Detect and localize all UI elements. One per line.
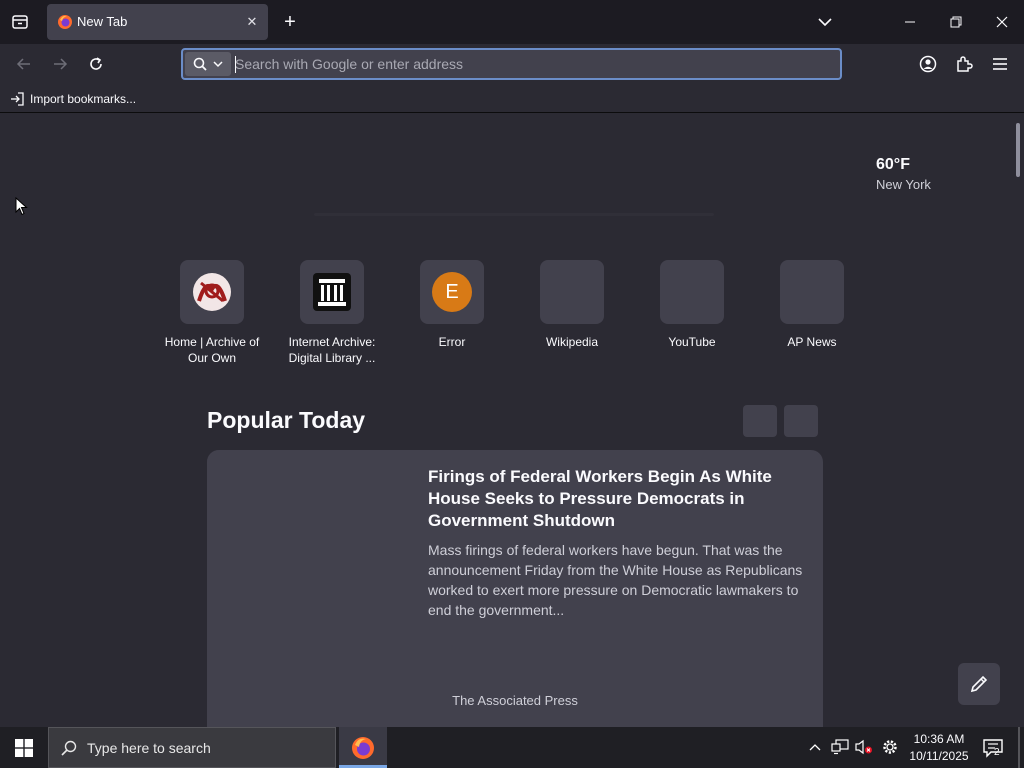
reload-button[interactable] bbox=[82, 50, 110, 78]
new-tab-page: 60°F New York Home | Archive of Our Own bbox=[0, 113, 1024, 727]
story-headline[interactable]: Firings of Federal Workers Begin As Whit… bbox=[428, 466, 813, 532]
story-card[interactable]: Firings of Federal Workers Begin As Whit… bbox=[207, 450, 823, 727]
minimize-icon bbox=[905, 21, 915, 23]
tabs-tray-icon bbox=[12, 15, 28, 29]
top-site-label: Internet Archive: Digital Library ... bbox=[288, 335, 376, 365]
top-site-ap-news[interactable]: AP News bbox=[757, 260, 867, 350]
story-prev-button[interactable] bbox=[743, 405, 777, 437]
import-icon bbox=[11, 92, 24, 106]
chevron-down-icon bbox=[213, 61, 223, 68]
notification-count-badge: 2 bbox=[994, 747, 1000, 758]
account-icon bbox=[919, 55, 937, 73]
forward-button[interactable] bbox=[46, 50, 74, 78]
top-site-ao3[interactable]: Home | Archive of Our Own bbox=[157, 260, 267, 366]
address-bar[interactable] bbox=[181, 48, 842, 80]
navigation-toolbar bbox=[0, 44, 1024, 85]
search-icon bbox=[193, 57, 207, 71]
close-window-button[interactable] bbox=[982, 6, 1022, 38]
top-site-tile[interactable] bbox=[300, 260, 364, 324]
popular-today-heading: Popular Today bbox=[207, 407, 366, 433]
top-site-tile[interactable] bbox=[180, 260, 244, 324]
top-site-tile[interactable] bbox=[780, 260, 844, 324]
taskbar: Type here to search 10:36 AM 10/11/2025 … bbox=[0, 727, 1024, 768]
search-input[interactable] bbox=[235, 50, 825, 78]
extensions-button[interactable] bbox=[950, 50, 978, 78]
weather-city[interactable]: New York bbox=[876, 177, 931, 192]
show-hidden-icons-button[interactable] bbox=[806, 737, 824, 757]
top-site-label: Wikipedia bbox=[545, 335, 599, 349]
top-site-label: Home | Archive of Our Own bbox=[164, 335, 260, 365]
network-icon bbox=[831, 739, 849, 755]
tab-title: New Tab bbox=[77, 14, 128, 29]
tab-new-tab[interactable]: New Tab ✕ bbox=[47, 4, 268, 40]
top-site-wikipedia[interactable]: Wikipedia bbox=[517, 260, 627, 350]
tab-bar: New Tab ✕ + bbox=[0, 0, 1024, 44]
volume-button[interactable] bbox=[854, 737, 874, 757]
taskbar-firefox-button[interactable] bbox=[339, 727, 387, 768]
story-excerpt: Mass firings of federal workers have beg… bbox=[428, 542, 803, 618]
restore-icon bbox=[950, 16, 962, 28]
arrow-right-icon bbox=[54, 58, 68, 70]
import-bookmarks-label: Import bookmarks... bbox=[30, 92, 137, 106]
clock-date: 10/11/2025 bbox=[909, 749, 969, 763]
puzzle-icon bbox=[957, 56, 973, 72]
letter-e-icon: E bbox=[432, 272, 472, 312]
clock[interactable]: 10:36 AM 10/11/2025 bbox=[906, 731, 972, 765]
story-source: The Associated Press bbox=[452, 693, 578, 708]
search-divider bbox=[314, 213, 714, 216]
list-all-tabs-button[interactable] bbox=[6, 8, 34, 36]
restore-button[interactable] bbox=[936, 6, 976, 38]
hamburger-icon bbox=[993, 58, 1007, 70]
top-site-label: YouTube bbox=[668, 335, 716, 349]
top-site-label: AP News bbox=[787, 335, 837, 349]
clock-time: 10:36 AM bbox=[913, 732, 965, 746]
bookmarks-toolbar: Import bookmarks... bbox=[0, 85, 1024, 113]
top-site-tile[interactable] bbox=[660, 260, 724, 324]
reload-icon bbox=[90, 57, 102, 70]
internet-archive-icon bbox=[313, 273, 351, 311]
taskbar-search-box[interactable]: Type here to search bbox=[48, 727, 336, 768]
top-site-error[interactable]: E Error bbox=[397, 260, 507, 350]
show-desktop-button[interactable] bbox=[1018, 727, 1020, 768]
app-menu-button[interactable] bbox=[986, 50, 1014, 78]
top-site-label: Error bbox=[438, 335, 466, 349]
text-caret bbox=[235, 56, 236, 73]
top-site-youtube[interactable]: YouTube bbox=[637, 260, 747, 350]
search-icon bbox=[61, 740, 77, 756]
weather-temperature[interactable]: 60°F bbox=[876, 156, 910, 174]
account-button[interactable] bbox=[914, 50, 942, 78]
notification-icon bbox=[983, 739, 1003, 758]
search-engine-selector[interactable] bbox=[185, 52, 231, 76]
firefox-icon bbox=[58, 15, 72, 29]
network-button[interactable] bbox=[830, 737, 850, 757]
windows-logo-icon bbox=[15, 738, 33, 757]
firefox-icon bbox=[352, 736, 374, 759]
story-image[interactable] bbox=[207, 450, 417, 727]
volume-muted-icon bbox=[855, 739, 872, 755]
customize-button[interactable] bbox=[958, 663, 1000, 705]
ao3-logo-icon bbox=[193, 273, 231, 311]
top-site-tile[interactable]: E bbox=[420, 260, 484, 324]
minimize-button[interactable] bbox=[890, 6, 930, 38]
top-site-internet-archive[interactable]: Internet Archive: Digital Library ... bbox=[277, 260, 387, 366]
story-next-button[interactable] bbox=[784, 405, 818, 437]
chevron-down-icon[interactable] bbox=[812, 10, 838, 34]
arrow-left-icon bbox=[16, 58, 30, 70]
gear-icon bbox=[883, 740, 897, 754]
start-button[interactable] bbox=[0, 727, 48, 768]
tab-close-icon[interactable]: ✕ bbox=[243, 13, 261, 31]
top-site-tile[interactable] bbox=[540, 260, 604, 324]
notification-center-button[interactable] bbox=[980, 735, 1006, 761]
pencil-icon bbox=[970, 675, 988, 693]
mouse-cursor-icon bbox=[15, 197, 28, 216]
taskbar-search-placeholder: Type here to search bbox=[87, 739, 211, 756]
new-tab-button[interactable]: + bbox=[278, 10, 302, 34]
chevron-up-icon bbox=[809, 744, 821, 751]
back-button[interactable] bbox=[10, 50, 38, 78]
scrollbar[interactable] bbox=[1016, 123, 1020, 177]
close-icon bbox=[996, 16, 1008, 28]
import-bookmarks-button[interactable]: Import bookmarks... bbox=[10, 89, 136, 109]
settings-button[interactable] bbox=[880, 737, 900, 757]
